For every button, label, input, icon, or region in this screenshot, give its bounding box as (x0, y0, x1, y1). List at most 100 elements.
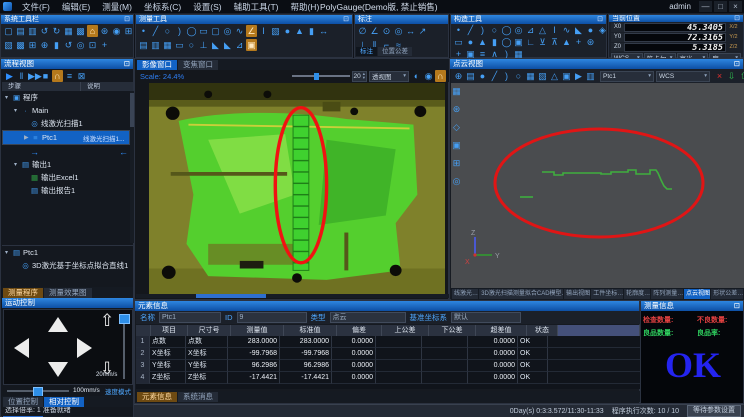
construct-height-icon[interactable]: I (549, 24, 560, 36)
construct-triangle-icon[interactable]: △ (537, 24, 548, 36)
measure-cone-icon[interactable]: ▲ (294, 25, 305, 37)
camera-image-viewport[interactable] (149, 83, 445, 295)
cloud-play-icon[interactable]: ▶ (573, 70, 584, 82)
part-home-icon[interactable]: ⌂ (87, 25, 98, 37)
view-split-icon[interactable]: ◐ (411, 70, 422, 82)
construct-ellipse-icon[interactable]: ◯ (501, 24, 512, 36)
construct-slope-icon[interactable]: ◣ (573, 24, 584, 36)
measure-sphere-icon[interactable]: ● (282, 25, 293, 37)
menu-item[interactable]: 编辑(E) (56, 0, 96, 14)
measure-angle-icon[interactable]: ∠ (246, 25, 257, 37)
region-circle-icon[interactable]: ○ (186, 39, 197, 51)
close-program-icon[interactable]: ⊠ (76, 70, 87, 82)
cloud-view-front-icon[interactable]: ▧ (537, 70, 548, 82)
menu-item[interactable]: 测量(M) (96, 0, 138, 14)
cloud-import-icon[interactable]: ⇩ (726, 70, 737, 82)
pause-icon[interactable]: ‖ (16, 70, 27, 82)
menu-item[interactable]: 设置(S) (187, 0, 227, 14)
roi-icon[interactable]: ▩ (75, 25, 86, 37)
construct-wedge-icon[interactable]: ⊿ (525, 24, 536, 36)
camera-icon[interactable]: ◉ (111, 25, 122, 37)
tab-work-coord[interactable]: 工件坐标… (591, 289, 623, 299)
tile-windows-icon[interactable]: ▩ (15, 39, 26, 51)
construct-pierce-icon[interactable]: ▲ (561, 36, 572, 48)
redo-icon[interactable]: ↻ (51, 25, 62, 37)
tab-line-laser[interactable]: 线激光… (452, 289, 478, 299)
construct-frame-icon[interactable]: ▣ (513, 36, 524, 48)
construct-rect-icon[interactable]: ▭ (453, 36, 464, 48)
type-input[interactable]: 点云 (330, 312, 406, 323)
combine-scan3-icon[interactable]: ▦ (162, 39, 173, 51)
measure-ellipse-icon[interactable]: ◯ (186, 25, 197, 37)
annot-angle-icon[interactable]: ∠ (369, 25, 380, 37)
cloud-point-icon[interactable]: ● (477, 70, 488, 82)
id-input[interactable]: 9 (237, 312, 307, 323)
measure-point-icon[interactable]: • (138, 25, 149, 37)
side-layer-icon[interactable]: ▣ (451, 139, 462, 151)
measure-line-icon[interactable]: ╱ (150, 25, 161, 37)
construct-circle-icon[interactable]: ○ (489, 24, 500, 36)
save-program-icon[interactable]: ▥ (27, 25, 38, 37)
tab-measure-program[interactable]: 测量程序 (3, 288, 43, 298)
pin-icon[interactable]: ⊡ (124, 59, 130, 69)
datum-input[interactable]: 默认 (451, 312, 521, 323)
tree-item[interactable]: ▦输出Excel1 (2, 171, 130, 184)
exposure-slider[interactable] (292, 75, 350, 77)
cloud-view-box-icon[interactable]: ▣ (561, 70, 572, 82)
step-run-icon[interactable]: ▶▶ (28, 70, 39, 82)
cloud-snapshot-icon[interactable]: ▤ (465, 70, 476, 82)
cloud-pan-icon[interactable]: ⊕ (453, 70, 464, 82)
combine-scan-icon[interactable]: ▤ (138, 39, 149, 51)
tree-item[interactable]: ▾▣程序 (2, 91, 130, 104)
param-settings-button[interactable]: 等待参数设置 (687, 405, 741, 417)
table-row[interactable]: 3Y坐标Y坐标96.298696.29860.00000.0000OK (136, 360, 640, 372)
region-rect-icon[interactable]: ▭ (174, 39, 185, 51)
layout-icon[interactable]: ⊞ (123, 25, 133, 37)
pin-icon[interactable]: ⊡ (734, 301, 740, 311)
construct-intersect-icon[interactable]: ⊻ (537, 36, 548, 48)
crosshair-icon[interactable]: ⊕ (39, 39, 50, 51)
table-row[interactable]: 2X坐标X坐标-99.7968-99.79680.00000.0000OK (136, 348, 640, 360)
cloud-arc-icon[interactable]: ) (501, 70, 512, 82)
tree-item[interactable]: ▾·Main (2, 104, 130, 117)
measure-curve-icon[interactable]: ∿ (234, 25, 245, 37)
tab-shape-tolerance[interactable]: 形状公差… (711, 289, 743, 299)
tab-zoom-window[interactable]: 变焦窗口 (178, 60, 218, 70)
measure-slot-icon[interactable]: ▢ (210, 25, 221, 37)
export-icon[interactable]: ▧ (3, 39, 14, 51)
pin-icon[interactable]: ⊡ (124, 15, 130, 24)
combine-scan2-icon[interactable]: ▥ (150, 39, 161, 51)
tab-position-control[interactable]: 位置控制 (3, 397, 43, 407)
open-program-icon[interactable]: ▤ (15, 25, 26, 37)
jog-left-button[interactable] (14, 338, 29, 358)
tab-cad-model[interactable]: 3D激光扫描测量拟合CAD模型… (479, 289, 563, 299)
tree-item[interactable]: ▶≡Ptc1线激光扫描1... (2, 130, 130, 145)
tab-array-measure[interactable]: 阵列测量… (651, 289, 683, 299)
side-fit-icon[interactable]: ▦ (451, 85, 462, 97)
cloud-circle-icon[interactable]: ○ (513, 70, 524, 82)
side-grid-icon[interactable]: ⊞ (451, 157, 462, 169)
brush-icon[interactable]: ◣ (210, 39, 221, 51)
hourglass-icon[interactable]: ▣ (246, 39, 257, 51)
annot-radius-icon[interactable]: ⊙ (381, 25, 392, 37)
construct-sphere-icon[interactable]: ● (585, 24, 596, 36)
tree-item[interactable]: ▾▤Ptc1 (2, 246, 133, 259)
annot-circle-icon[interactable]: ◎ (393, 25, 404, 37)
probe-icon[interactable]: ▮ (51, 39, 62, 51)
spin-down-icon[interactable]: ▾ (363, 76, 365, 80)
menu-item[interactable]: 文件(F) (16, 0, 56, 14)
construct-diamond-icon[interactable]: ◈ (597, 24, 606, 36)
construct-curve-icon[interactable]: ∿ (561, 24, 572, 36)
tab-measure-effect[interactable]: 测量效果图 (44, 288, 92, 298)
construct-arc-icon[interactable]: ) (477, 24, 488, 36)
side-view-icon[interactable]: ◇ (451, 121, 462, 133)
tab-relative-control[interactable]: 相对控制 (44, 397, 84, 407)
speed-slider-thumb[interactable] (119, 314, 130, 324)
minimize-button[interactable]: — (699, 1, 712, 12)
measure-circle-icon[interactable]: ○ (162, 25, 173, 37)
cloud-line-icon[interactable]: ╱ (489, 70, 500, 82)
tree-item[interactable]: →← (2, 145, 130, 158)
measure-ring-icon[interactable]: ◎ (222, 25, 233, 37)
pin-icon[interactable]: ⊡ (597, 15, 603, 24)
pointcloud-viewport[interactable]: Z Y X (451, 83, 744, 288)
